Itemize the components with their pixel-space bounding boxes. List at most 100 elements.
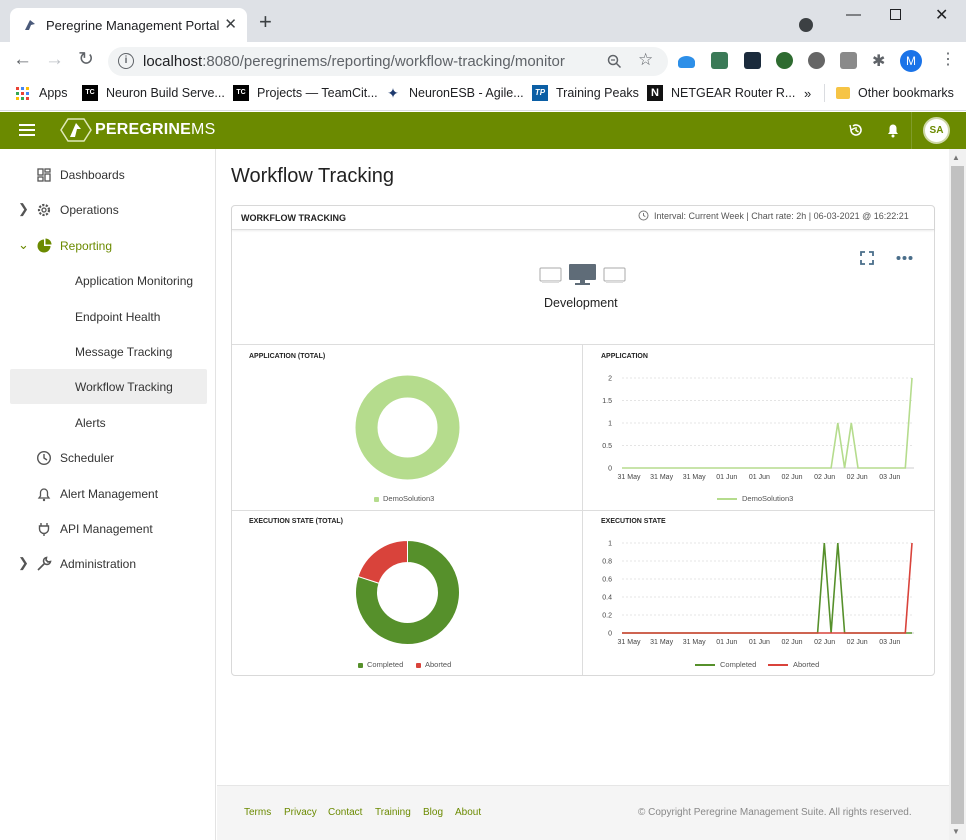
- cloud-extension-icon[interactable]: [678, 56, 695, 68]
- teamcity-icon: TC: [82, 85, 98, 101]
- bookmark-neuron-build[interactable]: Neuron Build Serve...: [106, 86, 225, 100]
- panel-meta: Interval: Current Week | Chart rate: 2h …: [654, 211, 909, 221]
- footer-link-terms[interactable]: Terms: [244, 807, 271, 818]
- sidebar-item-alert-management[interactable]: Alert Management: [10, 476, 207, 511]
- browser-tab[interactable]: Peregrine Management Portal ✕: [10, 8, 247, 42]
- bookmark-neuronesb-agile[interactable]: NeuronESB - Agile...: [409, 86, 524, 100]
- maximize-icon[interactable]: [890, 9, 901, 20]
- sidebar-item-operations[interactable]: ❯ Operations: [10, 192, 207, 227]
- legend-item[interactable]: DemoSolution3: [374, 494, 434, 503]
- y-tick-label: 0: [608, 466, 612, 473]
- new-tab-icon[interactable]: +: [259, 11, 272, 33]
- tab-search-icon[interactable]: [799, 18, 813, 32]
- sidebar-item-dashboards[interactable]: Dashboards: [10, 157, 207, 192]
- footer-link-about[interactable]: About: [455, 807, 481, 818]
- panel-title: WORKFLOW TRACKING: [241, 213, 346, 223]
- sidebar-item-scheduler[interactable]: Scheduler: [10, 440, 207, 475]
- browser-menu-icon[interactable]: ⋮: [940, 49, 956, 69]
- x-tick-label: 01 Jun: [749, 474, 770, 481]
- more-options-icon[interactable]: [896, 255, 913, 261]
- user-avatar[interactable]: SA: [923, 117, 950, 144]
- sidebar-item-application-monitoring[interactable]: Application Monitoring: [10, 263, 207, 298]
- environment-selector[interactable]: [539, 263, 627, 287]
- bookmark-projects-teamcity[interactable]: Projects — TeamCit...: [257, 86, 378, 100]
- scroll-down-icon[interactable]: ▼: [952, 827, 960, 836]
- legend-item[interactable]: Aborted: [416, 660, 451, 669]
- chart-title-application-total: APPLICATION (TOTAL): [249, 353, 326, 360]
- x-tick-label: 01 Jun: [749, 639, 770, 646]
- url-text[interactable]: localhost:8080/peregrinems/reporting/wor…: [143, 53, 565, 70]
- donut-slice-demosolution3[interactable]: [355, 375, 460, 480]
- zoom-icon[interactable]: [607, 54, 622, 69]
- green-extension-icon[interactable]: [776, 52, 793, 69]
- profile-avatar[interactable]: M: [900, 50, 922, 72]
- bookmarks-overflow-icon[interactable]: »: [804, 86, 811, 101]
- legend-swatch: [717, 498, 737, 501]
- notifications-bell-icon[interactable]: [886, 122, 900, 138]
- bookmark-netgear-router[interactable]: NETGEAR Router R...: [671, 86, 795, 100]
- back-icon[interactable]: ←: [13, 50, 32, 70]
- sidebar-item-label: Endpoint Health: [75, 310, 161, 324]
- legend-item[interactable]: Completed: [358, 660, 403, 669]
- window-close-icon[interactable]: ✕: [935, 5, 948, 25]
- puzzle-extensions-icon[interactable]: ✱: [872, 51, 885, 71]
- chart-title-execution-state-total: EXECUTION STATE (TOTAL): [249, 518, 343, 525]
- sidebar-item-message-tracking[interactable]: Message Tracking: [10, 334, 207, 369]
- legend-item[interactable]: DemoSolution3: [717, 494, 793, 503]
- t-extension-icon[interactable]: [840, 52, 857, 69]
- chevron-right-icon: ❯: [18, 201, 29, 216]
- x-tick-label: 31 May: [618, 474, 641, 481]
- x-tick-label: 03 Jun: [879, 639, 900, 646]
- sidebar-item-label: Dashboards: [60, 168, 125, 182]
- bookmark-training-peaks[interactable]: Training Peaks: [556, 86, 639, 100]
- scroll-up-icon[interactable]: ▲: [952, 153, 960, 162]
- donut-application-total: [355, 375, 460, 480]
- legend-label: Aborted: [793, 660, 820, 669]
- footer-link-contact[interactable]: Contact: [328, 807, 362, 818]
- apps-grid-icon[interactable]: [15, 86, 31, 102]
- star-bookmark-icon[interactable]: ☆: [638, 50, 653, 70]
- x-tick-label: 02 Jun: [781, 639, 802, 646]
- history-icon[interactable]: [848, 122, 864, 138]
- hamburger-menu-icon[interactable]: [19, 124, 35, 136]
- image-extension-icon[interactable]: [711, 52, 728, 69]
- chevron-right-icon: ❯: [18, 555, 29, 570]
- legend-item[interactable]: Aborted: [768, 660, 819, 669]
- x-tick-label: 31 May: [683, 474, 706, 481]
- circle-extension-icon[interactable]: [808, 52, 825, 69]
- footer-link-training[interactable]: Training: [375, 807, 411, 818]
- sidebar-item-reporting[interactable]: ⌄ Reporting: [10, 228, 207, 263]
- series-line-aborted[interactable]: [622, 542, 913, 634]
- y-tick-label: 1: [608, 541, 612, 548]
- dashboard-icon: [37, 168, 51, 182]
- x-tick-label: 01 Jun: [716, 639, 737, 646]
- wrench-icon: [37, 556, 52, 571]
- peregrine-bird-icon: [60, 118, 92, 142]
- footer-link-blog[interactable]: Blog: [423, 807, 443, 818]
- sidebar-item-api-management[interactable]: API Management: [10, 511, 207, 546]
- reload-icon[interactable]: ↻: [78, 50, 94, 70]
- donut-slice-aborted[interactable]: [357, 539, 408, 584]
- close-tab-icon[interactable]: ✕: [224, 15, 237, 33]
- forward-icon[interactable]: →: [45, 50, 64, 70]
- footer-link-privacy[interactable]: Privacy: [284, 807, 317, 818]
- peregrine-logo[interactable]: PEREGRINEMS: [59, 117, 215, 143]
- sidebar-item-alerts[interactable]: Alerts: [10, 405, 207, 440]
- sidebar-item-administration[interactable]: ❯ Administration: [10, 546, 207, 581]
- scrollbar-thumb[interactable]: [951, 166, 964, 824]
- site-info-icon[interactable]: i: [118, 53, 134, 69]
- series-line-completed[interactable]: [622, 542, 912, 634]
- sidebar-item-label: Message Tracking: [75, 345, 173, 359]
- sidebar-item-workflow-tracking[interactable]: Workflow Tracking: [10, 369, 207, 404]
- fullscreen-icon[interactable]: [860, 251, 874, 265]
- legend-swatch: [695, 664, 715, 667]
- x-tick-label: 03 Jun: [879, 474, 900, 481]
- other-bookmarks[interactable]: Other bookmarks: [858, 86, 954, 100]
- address-bar[interactable]: i localhost:8080/peregrinems/reporting/w…: [108, 47, 668, 76]
- bookmark-apps[interactable]: Apps: [39, 86, 68, 100]
- line-chart-application: 2 1.5 1 0.5 0 31 May 31 May 31 May 01 Jun 01 Jun 0…: [602, 376, 914, 481]
- minimize-icon[interactable]: —: [846, 6, 861, 23]
- sidebar-item-endpoint-health[interactable]: Endpoint Health: [10, 299, 207, 334]
- legend-item[interactable]: Completed: [695, 660, 756, 669]
- x-extension-icon[interactable]: [744, 52, 761, 69]
